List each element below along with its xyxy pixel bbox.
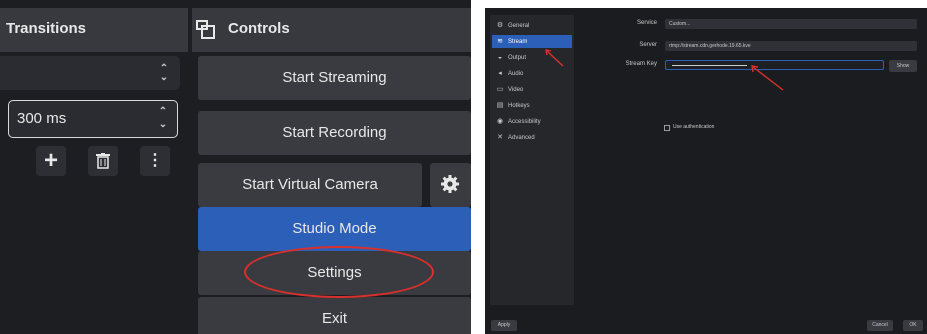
transitions-title: Transitions xyxy=(6,20,87,37)
transition-duration-spinbox[interactable]: 300 ms ⌃ ⌄ xyxy=(8,100,178,138)
sidebar-item-stream[interactable]: ≋ Stream xyxy=(492,35,572,48)
wrench-icon: ✕ xyxy=(497,134,503,141)
use-authentication-checkbox[interactable] xyxy=(664,125,670,131)
obs-controls-panel: Transitions Controls ⌃ ⌄ 300 ms ⌃ ⌄ + ⋮ … xyxy=(0,0,471,334)
service-label: Service xyxy=(636,20,657,26)
transition-type-select[interactable]: ⌃ ⌄ xyxy=(0,56,180,90)
transition-menu-button[interactable]: ⋮ xyxy=(140,146,170,176)
show-key-button[interactable]: Show xyxy=(889,60,917,72)
trash-icon xyxy=(96,153,110,169)
stream-key-label: Stream Key xyxy=(625,61,657,67)
controls-dock-icon xyxy=(196,20,215,39)
controls-title: Controls xyxy=(228,20,290,37)
speaker-icon: ◂ xyxy=(498,70,502,77)
server-label: Server xyxy=(639,42,657,48)
sidebar-item-accessibility[interactable]: ◉ Accessibility xyxy=(492,115,572,128)
settings-sidebar: ⚙ General ≋ Stream ◒ Output ◂ Audio ▭ Video ▤… xyxy=(490,15,574,305)
sidebar-item-audio[interactable]: ◂ Audio xyxy=(492,67,572,80)
studio-mode-button[interactable]: Studio Mode xyxy=(198,207,471,251)
sidebar-item-hotkeys[interactable]: ▤ Hotkeys xyxy=(492,99,572,112)
service-select[interactable]: Custom... xyxy=(665,19,917,29)
exit-button[interactable]: Exit xyxy=(198,297,471,334)
plus-icon: + xyxy=(43,147,58,174)
server-input[interactable]: rtmp://stream.cdn.gerhode.19.65.kve xyxy=(665,41,917,51)
settings-window: ⚙ General ≋ Stream ◒ Output ◂ Audio ▭ Video ▤… xyxy=(485,8,927,334)
settings-highlight-annotation xyxy=(244,246,434,298)
add-transition-button[interactable]: + xyxy=(36,146,66,176)
sidebar-item-output[interactable]: ◒ Output xyxy=(492,51,572,64)
controls-dock-header: Controls xyxy=(192,8,471,52)
start-streaming-button[interactable]: Start Streaming xyxy=(198,56,471,100)
sidebar-item-advanced[interactable]: ✕ Advanced xyxy=(492,131,572,144)
gear-icon: ⚙ xyxy=(496,22,504,29)
keyboard-icon: ▤ xyxy=(496,102,504,109)
remove-transition-button[interactable] xyxy=(88,146,118,176)
antenna-icon: ≋ xyxy=(497,38,503,45)
stream-key-input[interactable] xyxy=(665,60,884,70)
duration-value: 300 ms xyxy=(17,110,67,127)
sidebar-item-general[interactable]: ⚙ General xyxy=(492,19,572,32)
increment-icon[interactable]: ⌃ xyxy=(154,107,172,117)
decrement-icon[interactable]: ⌄ xyxy=(154,120,172,130)
cancel-button[interactable]: Cancel xyxy=(867,320,893,331)
start-recording-button[interactable]: Start Recording xyxy=(198,111,471,155)
more-vertical-icon: ⋮ xyxy=(147,152,163,169)
monitor-icon: ▭ xyxy=(496,86,504,93)
accessibility-icon: ◉ xyxy=(496,118,504,125)
sidebar-item-video[interactable]: ▭ Video xyxy=(492,83,572,96)
gear-icon xyxy=(441,175,459,193)
stream-key-masked-value xyxy=(672,65,747,66)
ok-button[interactable]: OK xyxy=(903,320,923,331)
chevron-down-icon: ⌄ xyxy=(159,72,169,83)
apply-button[interactable]: Apply xyxy=(491,320,517,331)
virtual-camera-settings-button[interactable] xyxy=(430,163,471,207)
transitions-dock-header: Transitions xyxy=(0,8,188,52)
start-virtual-camera-button[interactable]: Start Virtual Camera xyxy=(198,163,422,207)
use-authentication-label: Use authentication xyxy=(673,124,715,130)
output-icon: ◒ xyxy=(497,54,503,61)
